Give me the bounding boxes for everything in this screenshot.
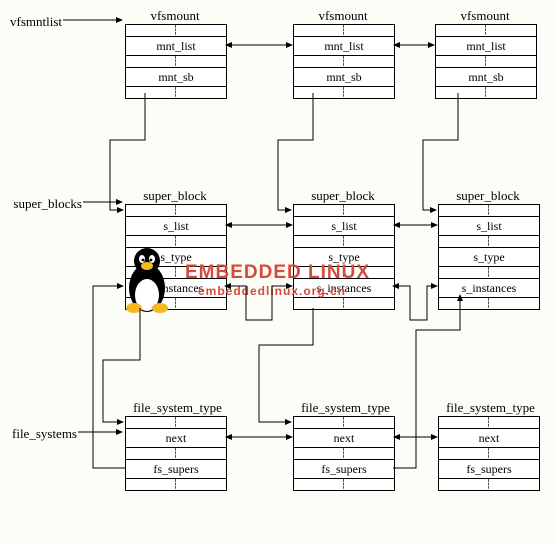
field-mnt-list: mnt_list xyxy=(126,36,226,55)
field-s-list: s_list xyxy=(439,216,539,235)
field-mnt-sb: mnt_sb xyxy=(294,67,394,86)
dots: ┆ xyxy=(436,86,536,98)
dots: ┆ xyxy=(294,55,394,67)
dots: ┆ xyxy=(126,478,226,490)
struct-superblock-2: ┆ s_list ┆ s_type ┆ s_instances ┆ xyxy=(293,204,395,310)
field-next: next xyxy=(439,428,539,447)
field-s-instances: s_instances xyxy=(294,278,394,297)
dots: ┆ xyxy=(439,417,539,428)
title-superblock-2: super_block xyxy=(293,188,393,204)
field-s-instances: s_instances xyxy=(439,278,539,297)
dots: ┆ xyxy=(294,205,394,216)
field-s-type: s_type xyxy=(439,247,539,266)
field-fs-supers: fs_supers xyxy=(294,459,394,478)
struct-fstype-2: ┆ next ┆ fs_supers ┆ xyxy=(293,416,395,491)
title-fstype-2: file_system_type xyxy=(293,400,398,416)
label-super-blocks: super_blocks xyxy=(2,196,82,212)
title-fstype-1: file_system_type xyxy=(125,400,230,416)
field-mnt-sb: mnt_sb xyxy=(436,67,536,86)
tux-icon xyxy=(120,245,175,315)
struct-vfsmount-1: ┆ mnt_list ┆ mnt_sb ┆ xyxy=(125,24,227,99)
dots: ┆ xyxy=(294,266,394,278)
struct-superblock-3: ┆ s_list ┆ s_type ┆ s_instances ┆ xyxy=(438,204,540,310)
title-fstype-3: file_system_type xyxy=(438,400,543,416)
dots: ┆ xyxy=(439,205,539,216)
title-superblock-3: super_block xyxy=(438,188,538,204)
dots: ┆ xyxy=(294,297,394,309)
dots: ┆ xyxy=(436,25,536,36)
dots: ┆ xyxy=(126,86,226,98)
dots: ┆ xyxy=(436,55,536,67)
dots: ┆ xyxy=(126,25,226,36)
struct-fstype-1: ┆ next ┆ fs_supers ┆ xyxy=(125,416,227,491)
dots: ┆ xyxy=(294,478,394,490)
field-fs-supers: fs_supers xyxy=(439,459,539,478)
field-mnt-list: mnt_list xyxy=(436,36,536,55)
dots: ┆ xyxy=(439,266,539,278)
struct-vfsmount-2: ┆ mnt_list ┆ mnt_sb ┆ xyxy=(293,24,395,99)
struct-vfsmount-3: ┆ mnt_list ┆ mnt_sb ┆ xyxy=(435,24,537,99)
title-vfsmount-3: vfsmount xyxy=(435,8,535,24)
dots: ┆ xyxy=(294,25,394,36)
dots: ┆ xyxy=(294,235,394,247)
field-next: next xyxy=(126,428,226,447)
field-mnt-sb: mnt_sb xyxy=(126,67,226,86)
struct-fstype-3: ┆ next ┆ fs_supers ┆ xyxy=(438,416,540,491)
field-next: next xyxy=(294,428,394,447)
label-vfsmntlist: vfsmntlist xyxy=(2,14,62,30)
dots: ┆ xyxy=(294,417,394,428)
dots: ┆ xyxy=(439,447,539,459)
dots: ┆ xyxy=(439,235,539,247)
dots: ┆ xyxy=(126,205,226,216)
dots: ┆ xyxy=(126,447,226,459)
field-s-list: s_list xyxy=(294,216,394,235)
label-file-systems: file_systems xyxy=(2,426,77,442)
dots: ┆ xyxy=(439,297,539,309)
field-s-type: s_type xyxy=(294,247,394,266)
dots: ┆ xyxy=(126,55,226,67)
field-fs-supers: fs_supers xyxy=(126,459,226,478)
dots: ┆ xyxy=(439,478,539,490)
field-mnt-list: mnt_list xyxy=(294,36,394,55)
dots: ┆ xyxy=(294,447,394,459)
title-vfsmount-1: vfsmount xyxy=(125,8,225,24)
field-s-list: s_list xyxy=(126,216,226,235)
title-superblock-1: super_block xyxy=(125,188,225,204)
dots: ┆ xyxy=(126,417,226,428)
dots: ┆ xyxy=(294,86,394,98)
title-vfsmount-2: vfsmount xyxy=(293,8,393,24)
